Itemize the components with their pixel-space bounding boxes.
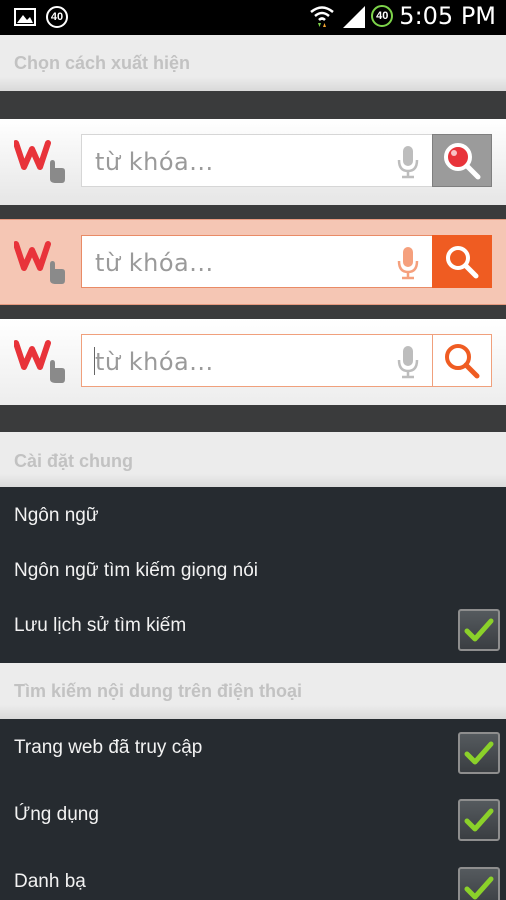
section-title: Tìm kiếm nội dung trên điện thoại xyxy=(14,681,303,701)
w-logo-icon xyxy=(14,241,65,284)
notification-badge: 40 xyxy=(46,6,68,28)
section-header-phone-search: Tìm kiếm nội dung trên điện thoại xyxy=(0,663,506,719)
network-badge: 40 xyxy=(371,5,394,27)
checkmark-icon xyxy=(464,741,494,765)
search-button[interactable] xyxy=(432,134,492,187)
setting-apps[interactable]: Ứng dụng xyxy=(0,785,506,853)
search-input[interactable]: từ khóa... xyxy=(81,134,433,187)
section-header-appearance: Chọn cách xuất hiện xyxy=(0,35,506,91)
signal-icon xyxy=(343,6,366,28)
microphone-icon[interactable] xyxy=(396,345,420,379)
clock: 5:05 PM xyxy=(399,2,496,30)
setting-label: Ngôn ngữ xyxy=(14,505,99,526)
divider xyxy=(0,405,506,432)
status-bar: 40 40 5:05 PM xyxy=(0,0,506,35)
setting-label: Ngôn ngữ tìm kiếm giọng nói xyxy=(14,560,259,581)
search-input[interactable]: từ khóa... xyxy=(81,334,433,387)
search-placeholder: từ khóa... xyxy=(95,249,214,277)
divider xyxy=(0,305,506,319)
checkmark-icon xyxy=(464,808,494,832)
setting-save-history[interactable]: Lưu lịch sử tìm kiếm xyxy=(0,598,506,663)
setting-label: Trang web đã truy cập xyxy=(14,737,203,758)
search-input[interactable]: từ khóa... xyxy=(81,235,433,288)
w-logo-icon xyxy=(14,140,65,183)
search-button[interactable] xyxy=(432,235,492,288)
search-theme-white[interactable]: từ khóa... xyxy=(0,319,506,405)
image-icon xyxy=(14,8,36,26)
search-icon xyxy=(444,142,481,179)
microphone-icon[interactable] xyxy=(396,145,420,179)
checkmark-icon xyxy=(464,618,494,642)
search-placeholder: từ khóa... xyxy=(95,148,214,176)
search-theme-gray[interactable]: từ khóa... xyxy=(0,119,506,205)
section-title: Chọn cách xuất hiện xyxy=(14,53,191,73)
setting-visited-web[interactable]: Trang web đã truy cập xyxy=(0,719,506,785)
section-title: Cài đặt chung xyxy=(14,451,134,471)
microphone-icon[interactable] xyxy=(396,246,420,280)
search-theme-orange[interactable]: từ khóa... xyxy=(0,219,506,305)
checkmark-icon xyxy=(464,876,494,900)
setting-label: Danh bạ xyxy=(14,871,86,892)
w-logo-icon xyxy=(14,340,65,383)
divider xyxy=(0,91,506,119)
search-icon xyxy=(445,343,480,378)
setting-label: Ứng dụng xyxy=(14,804,99,825)
search-placeholder: từ khóa... xyxy=(95,348,214,376)
contacts-checkbox[interactable] xyxy=(458,867,500,900)
setting-language[interactable]: Ngôn ngữ xyxy=(0,488,506,543)
save-history-checkbox[interactable] xyxy=(458,609,500,651)
setting-contacts[interactable]: Danh bạ xyxy=(0,853,506,900)
section-header-general: Cài đặt chung xyxy=(0,432,506,488)
wifi-icon xyxy=(310,6,335,27)
search-icon xyxy=(446,245,479,278)
search-button[interactable] xyxy=(432,334,492,387)
setting-label: Lưu lịch sử tìm kiếm xyxy=(14,615,187,636)
apps-checkbox[interactable] xyxy=(458,799,500,841)
visited-web-checkbox[interactable] xyxy=(458,732,500,774)
setting-voice-language[interactable]: Ngôn ngữ tìm kiếm giọng nói xyxy=(0,543,506,598)
divider xyxy=(0,205,506,219)
